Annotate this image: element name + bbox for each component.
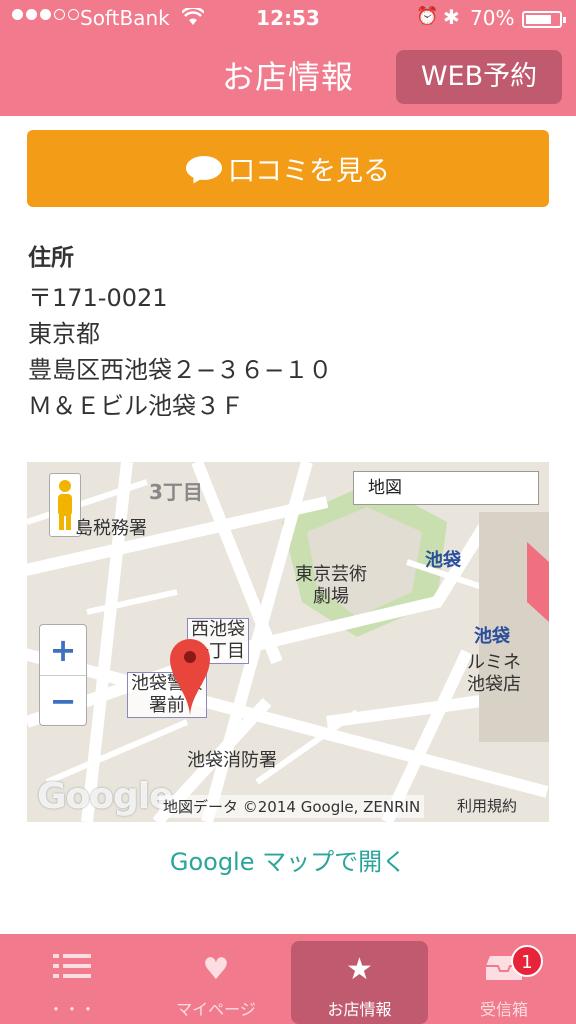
tab-menu-label: ・・・ — [47, 1000, 96, 1019]
zoom-out-button[interactable]: − — [40, 676, 86, 726]
view-reviews-label: 口コミを見る — [228, 156, 390, 187]
alarm-icon: ⏰ — [416, 6, 439, 27]
open-google-maps-link[interactable]: Google マップで開く — [0, 842, 576, 877]
heart-icon: ♥ — [202, 952, 230, 987]
map-attribution: 地図データ ©2014 Google, ZENRIN — [159, 795, 425, 818]
inbox-icon — [432, 952, 576, 990]
tab-store-info[interactable]: ★ お店情報 — [291, 941, 428, 1024]
address-street: 豊島区西池袋２−３６−１０ — [28, 356, 333, 384]
status-bar: SoftBank 12:53 ⏰ ✱ 70% — [0, 0, 576, 38]
address-building: Ｍ＆Ｅビル池袋３Ｆ — [28, 392, 244, 420]
star-icon: ★ — [346, 952, 373, 987]
tab-bar: ・・・ ♥ マイページ ★ お店情報 受信箱 — [0, 934, 576, 1024]
map-type-selector[interactable]: 地図 — [353, 471, 539, 505]
bluetooth-icon: ✱ — [443, 5, 460, 29]
battery-icon — [522, 11, 566, 28]
web-reserve-button[interactable]: WEB予約 — [396, 50, 562, 104]
battery-percent: 70% — [470, 6, 515, 30]
map-label-tax-office: 島税務署 — [75, 518, 147, 539]
tab-mypage[interactable]: ♥ マイページ — [144, 934, 288, 1024]
map-label-ikebukuro-metro: 池袋 — [425, 550, 461, 571]
address-section: 住所 〒171-0021 東京都 豊島区西池袋２−３６−１０ Ｍ＆Ｅビル池袋３Ｆ — [28, 238, 332, 424]
speech-bubble-icon — [186, 155, 222, 186]
address-label: 住所 — [28, 245, 74, 271]
tab-store-info-label: お店情報 — [327, 1000, 392, 1019]
address-postal: 〒171-0021 — [28, 284, 168, 312]
map-label-chome: 3丁目 — [149, 480, 203, 504]
inbox-badge: 1 — [511, 945, 543, 977]
zoom-in-button[interactable]: + — [40, 625, 86, 675]
map-label-fire-station: 池袋消防署 — [187, 750, 277, 771]
map-terms-link[interactable]: 利用規約 — [457, 795, 517, 816]
tab-mypage-label: マイページ — [176, 1000, 256, 1019]
google-logo: Google — [37, 776, 174, 817]
view-reviews-button[interactable]: 口コミを見る — [27, 130, 549, 207]
list-icon — [0, 952, 144, 990]
zoom-control: + − — [39, 624, 87, 726]
map-label-ikebukuro-jr: 池袋 — [474, 626, 510, 647]
top-bar: SoftBank 12:53 ⏰ ✱ 70% お店情報 WEB予約 — [0, 0, 576, 116]
map-label-lumine: ルミネ 池袋店 — [467, 652, 521, 695]
map-label-theatre: 東京芸術 劇場 — [295, 564, 367, 607]
address-prefecture: 東京都 — [28, 320, 100, 348]
tab-inbox-label: 受信箱 — [479, 1000, 528, 1019]
tab-menu[interactable]: ・・・ — [0, 934, 144, 1024]
map-view[interactable]: 地図 + − 3丁目 島税務署 東京芸術 劇場 池袋 池袋 西池袋 一丁目 池袋… — [27, 462, 549, 822]
tab-inbox[interactable]: 受信箱 — [432, 934, 576, 1024]
